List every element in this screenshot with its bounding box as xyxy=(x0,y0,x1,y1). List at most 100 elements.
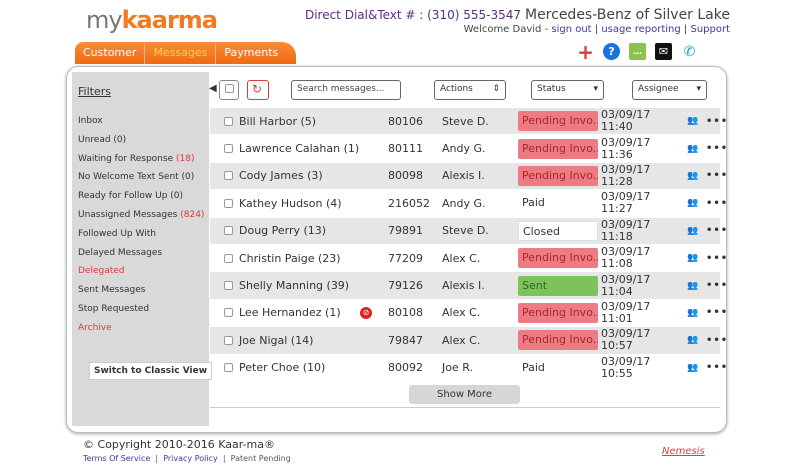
table-row[interactable]: Christin Paige (23) 77209 Alex C. Pendin… xyxy=(210,245,727,273)
filter-item[interactable]: Delegated xyxy=(78,262,204,281)
filter-item[interactable]: Unassigned Messages (824) xyxy=(78,206,204,225)
customer-name[interactable]: Doug Perry (13) xyxy=(239,224,326,237)
date: 03/09/17 xyxy=(601,354,651,368)
assign-people-icon[interactable]: 👥 xyxy=(687,171,698,181)
more-options-icon[interactable]: ••• xyxy=(706,170,728,181)
more-options-icon[interactable]: ••• xyxy=(706,362,728,373)
table-row[interactable]: Lawrence Calahan (1) 80111 Andy G. Pendi… xyxy=(210,135,727,163)
customer-name[interactable]: Shelly Manning (39) xyxy=(239,279,349,292)
ro-number: 79847 xyxy=(388,333,423,347)
actions-select[interactable]: Actions ⇕ xyxy=(434,80,506,100)
row-checkbox[interactable] xyxy=(224,144,233,154)
assign-people-icon[interactable]: 👥 xyxy=(687,198,698,208)
table-row[interactable]: Lee Hernandez (1) ⊘ 80108 Alex C. Pendin… xyxy=(210,300,727,328)
ro-number: 79891 xyxy=(388,224,423,238)
tab-messages[interactable]: Messages xyxy=(145,42,217,64)
row-checkbox[interactable] xyxy=(224,198,233,208)
usage-reporting-link[interactable]: usage reporting xyxy=(601,24,680,35)
assignee-select[interactable]: Assignee ▾ xyxy=(632,80,707,100)
more-options-icon[interactable]: ••• xyxy=(706,307,728,318)
filter-label: Inbox xyxy=(78,116,103,126)
table-row[interactable]: Shelly Manning (39) 79126 Alexis I. Sent… xyxy=(210,272,727,300)
row-checkbox[interactable] xyxy=(224,116,233,126)
row-checkbox[interactable] xyxy=(224,171,233,181)
filter-item[interactable]: No Welcome Text Sent (0) xyxy=(78,168,204,187)
assign-people-icon[interactable]: 👥 xyxy=(687,144,698,154)
table-row[interactable]: Kathey Hudson (4) 216052 Andy G. Paid 03… xyxy=(210,190,727,218)
plus-icon[interactable]: + xyxy=(577,40,594,64)
filter-item[interactable]: Inbox xyxy=(78,112,204,131)
more-options-icon[interactable]: ••• xyxy=(706,198,728,209)
customer-name[interactable]: Cody James (3) xyxy=(239,169,323,182)
support-link[interactable]: Support xyxy=(690,24,730,35)
terms-link[interactable]: Terms Of Service xyxy=(83,454,150,463)
customer-name[interactable]: Lawrence Calahan (1) xyxy=(239,142,359,155)
filter-item[interactable]: Waiting for Response (18) xyxy=(78,150,204,169)
ro-number: 80092 xyxy=(388,361,423,375)
status-badge: Sent xyxy=(518,275,598,296)
sign-out-link[interactable]: sign out xyxy=(551,24,591,35)
more-options-icon[interactable]: ••• xyxy=(706,280,728,291)
tab-payments[interactable]: Payments xyxy=(216,42,286,64)
table-row[interactable]: Joe Nigal (14) 79847 Alex C. Pending Inv… xyxy=(210,327,727,355)
collapse-arrow-icon[interactable]: ◀ xyxy=(209,83,217,94)
status-badge: Pending Invo... xyxy=(518,165,598,186)
row-checkbox[interactable] xyxy=(224,363,233,373)
time: 11:40 xyxy=(601,120,633,134)
table-row[interactable]: Peter Choe (10) 80092 Joe R. Paid 03/09/… xyxy=(210,354,727,382)
more-options-icon[interactable]: ••• xyxy=(706,335,728,346)
timestamp: 03/09/17 10:57 xyxy=(601,328,650,352)
row-checkbox[interactable] xyxy=(224,335,233,345)
more-options-icon[interactable]: ••• xyxy=(706,116,728,127)
status-select[interactable]: Status ▾ xyxy=(531,80,604,100)
row-checkbox[interactable] xyxy=(224,308,233,318)
assign-people-icon[interactable]: 👥 xyxy=(687,335,698,345)
refresh-icon[interactable]: ↻ xyxy=(247,80,269,100)
customer-name[interactable]: Peter Choe (10) xyxy=(239,361,325,374)
divider: | xyxy=(683,24,688,35)
show-more-button[interactable]: Show More xyxy=(409,385,520,404)
more-options-icon[interactable]: ••• xyxy=(706,143,728,154)
customer-name[interactable]: Bill Harbor (5) xyxy=(239,115,316,128)
customer-name[interactable]: Joe Nigal (14) xyxy=(239,334,313,347)
assign-people-icon[interactable]: 👥 xyxy=(687,226,698,236)
assign-people-icon[interactable]: 👥 xyxy=(687,363,698,373)
chat-icon[interactable]: … xyxy=(629,43,646,60)
search-input[interactable]: Search messages... xyxy=(291,80,401,100)
table-row[interactable]: Cody James (3) 80098 Alexis I. Pending I… xyxy=(210,162,727,191)
help-icon[interactable]: ? xyxy=(603,43,620,60)
tab-customer[interactable]: Customer xyxy=(75,42,146,64)
customer-name[interactable]: Lee Hernandez (1) xyxy=(239,306,341,319)
assign-people-icon[interactable]: 👥 xyxy=(687,281,698,291)
filter-item[interactable]: Unread (0) xyxy=(78,131,204,150)
assign-people-icon[interactable]: 👥 xyxy=(687,253,698,263)
filter-count: (18) xyxy=(175,153,195,164)
customer-name[interactable]: Kathey Hudson (4) xyxy=(239,197,342,210)
filter-item[interactable]: Delayed Messages xyxy=(78,244,204,263)
row-checkbox[interactable] xyxy=(224,253,233,263)
advisor: Alex C. xyxy=(442,306,481,320)
nemesis-link[interactable]: Nemesis xyxy=(662,446,705,457)
time: 11:08 xyxy=(601,257,633,271)
more-options-icon[interactable]: ••• xyxy=(706,253,728,264)
assign-people-icon[interactable]: 👥 xyxy=(687,116,698,126)
filter-item[interactable]: Followed Up With xyxy=(78,225,204,244)
filters-title[interactable]: Filters xyxy=(78,85,111,98)
switch-classic-view-button[interactable]: Switch to Classic View xyxy=(89,362,213,380)
filter-item[interactable]: Archive xyxy=(78,319,204,338)
more-options-icon[interactable]: ••• xyxy=(706,225,728,236)
table-row[interactable]: Doug Perry (13) 79891 Steve D. Closed 03… xyxy=(210,217,727,245)
mail-icon[interactable]: ✉ xyxy=(655,43,672,60)
phone-icon[interactable]: ✆ xyxy=(681,43,698,60)
row-checkbox[interactable] xyxy=(224,281,233,291)
status-badge: Closed xyxy=(518,220,598,241)
row-checkbox[interactable] xyxy=(224,226,233,236)
filter-item[interactable]: Sent Messages xyxy=(78,281,204,300)
table-row[interactable]: Bill Harbor (5) 80106 Steve D. Pending I… xyxy=(210,108,727,136)
privacy-link[interactable]: Privacy Policy xyxy=(163,454,218,463)
customer-name[interactable]: Christin Paige (23) xyxy=(239,252,341,265)
select-all-checkbox[interactable] xyxy=(219,80,239,100)
filter-item[interactable]: Ready for Follow Up (0) xyxy=(78,187,204,206)
filter-item[interactable]: Stop Requested xyxy=(78,300,204,319)
assign-people-icon[interactable]: 👥 xyxy=(687,308,698,318)
